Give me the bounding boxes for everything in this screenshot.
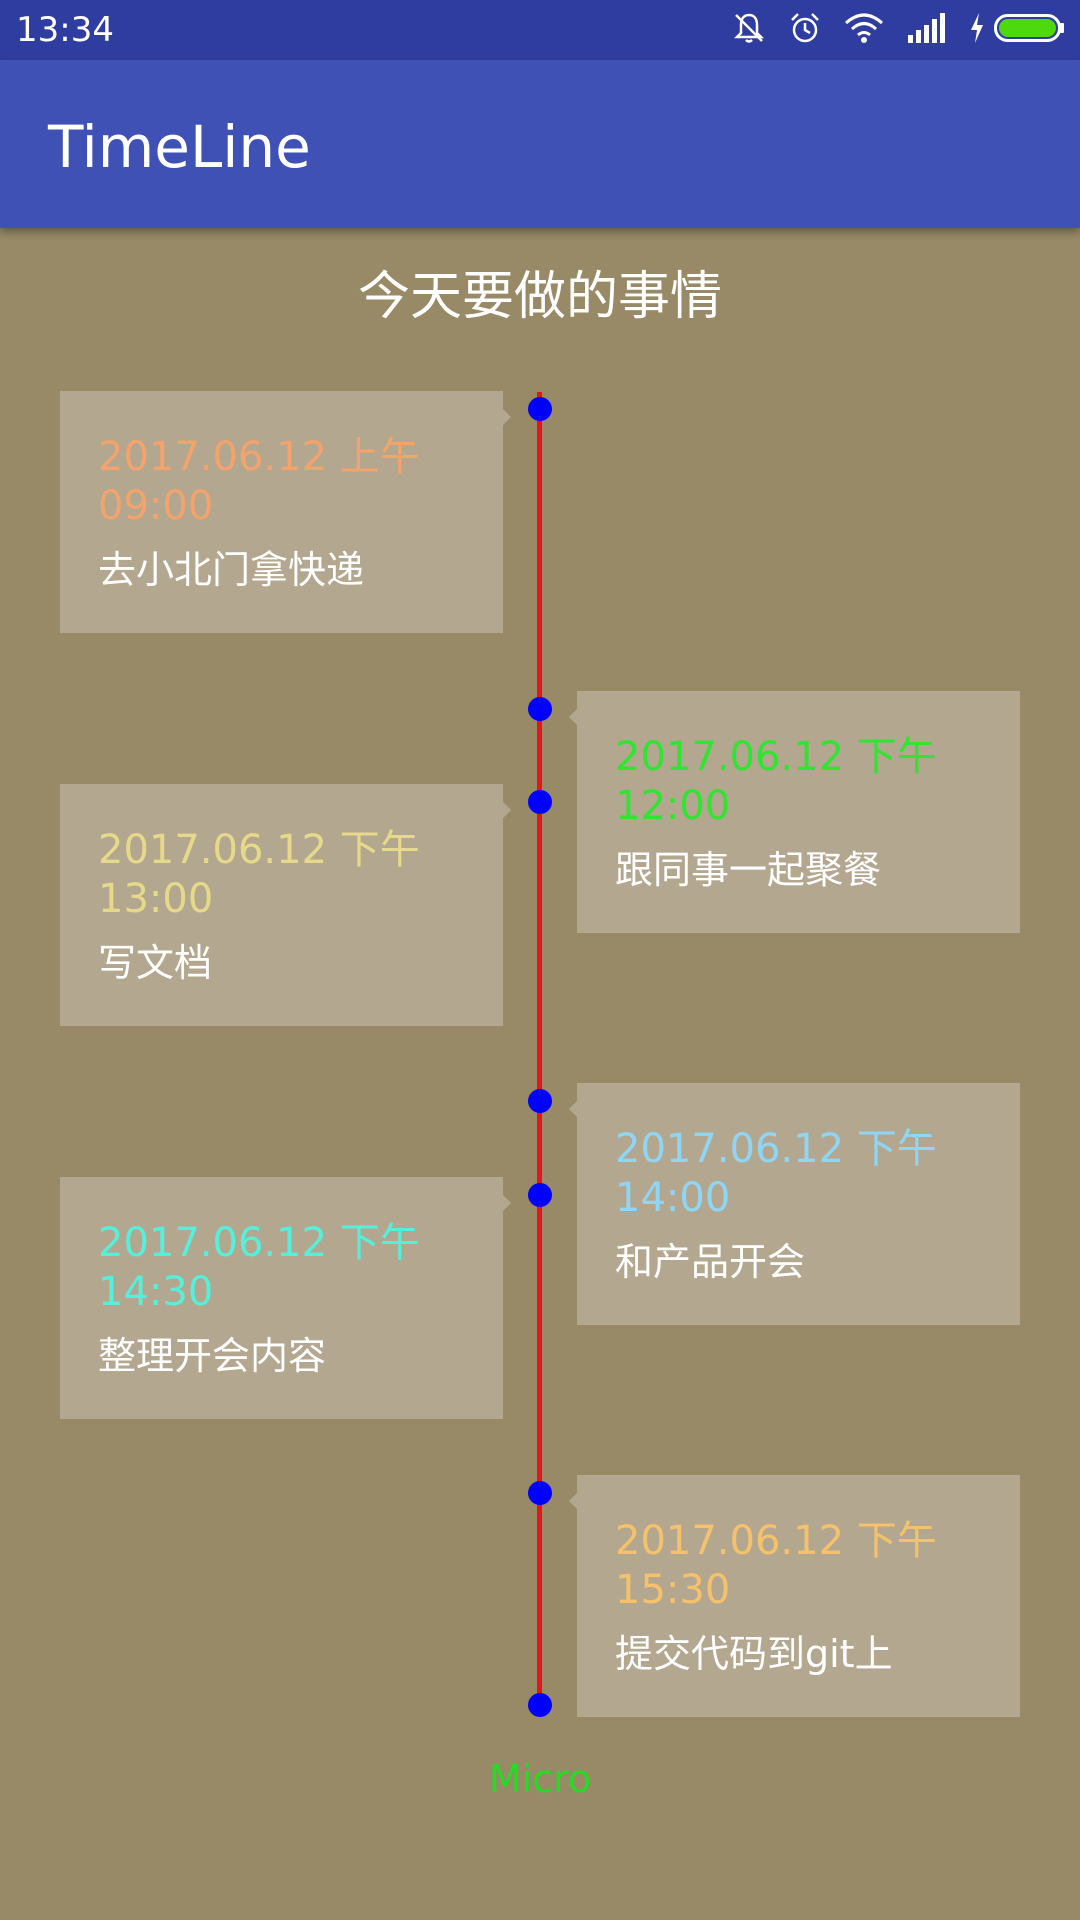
battery-icon bbox=[994, 12, 1066, 48]
status-time: 13:34 bbox=[16, 10, 114, 50]
timeline-dot bbox=[528, 790, 552, 814]
event-task: 整理开会内容 bbox=[98, 1334, 327, 1378]
timeline-dot bbox=[528, 397, 552, 421]
event-card: 2017.06.12 上午 09:00 去小北门拿快递 bbox=[60, 391, 511, 633]
event-task: 和产品开会 bbox=[615, 1240, 806, 1284]
footer-label: Micro bbox=[488, 1757, 592, 1801]
status-bar: 13:34 bbox=[0, 0, 1080, 60]
event-card: 2017.06.12 下午 13:00 写文档 bbox=[60, 784, 511, 1026]
event-card: 2017.06.12 下午 14:30 整理开会内容 bbox=[60, 1177, 511, 1419]
app-title: TimeLine bbox=[48, 113, 311, 181]
app-bar: TimeLine bbox=[0, 60, 1080, 228]
event-card: 2017.06.12 下午 14:00 和产品开会 bbox=[569, 1083, 1020, 1325]
event-task: 提交代码到git上 bbox=[615, 1632, 893, 1676]
event-time: 2017.06.12 下午 13:00 bbox=[98, 827, 420, 922]
signal-icon bbox=[906, 13, 946, 47]
charging-icon bbox=[968, 11, 986, 49]
timeline-line bbox=[537, 392, 542, 1704]
event-task: 写文档 bbox=[98, 941, 213, 985]
event-time: 2017.06.12 下午 15:30 bbox=[615, 1518, 937, 1613]
event-card: 2017.06.12 下午 12:00 跟同事一起聚餐 bbox=[569, 691, 1020, 933]
page-heading: 今天要做的事情 bbox=[357, 267, 722, 327]
timeline-dot bbox=[528, 1481, 552, 1505]
timeline-dot bbox=[528, 697, 552, 721]
event-task: 去小北门拿快递 bbox=[98, 548, 365, 592]
event-task: 跟同事一起聚餐 bbox=[615, 848, 882, 892]
mute-icon bbox=[732, 11, 766, 49]
timeline-dot bbox=[528, 1183, 552, 1207]
status-icons bbox=[710, 10, 1066, 50]
event-time: 2017.06.12 下午 14:00 bbox=[615, 1126, 937, 1221]
timeline-dot bbox=[528, 1089, 552, 1113]
event-time: 2017.06.12 上午 09:00 bbox=[98, 434, 420, 529]
event-card: 2017.06.12 下午 15:30 提交代码到git上 bbox=[569, 1475, 1020, 1717]
event-time: 2017.06.12 下午 12:00 bbox=[615, 734, 937, 829]
wifi-icon bbox=[844, 11, 884, 49]
timeline-end-dot bbox=[528, 1693, 552, 1717]
alarm-icon bbox=[788, 11, 822, 49]
event-time: 2017.06.12 下午 14:30 bbox=[98, 1220, 420, 1315]
